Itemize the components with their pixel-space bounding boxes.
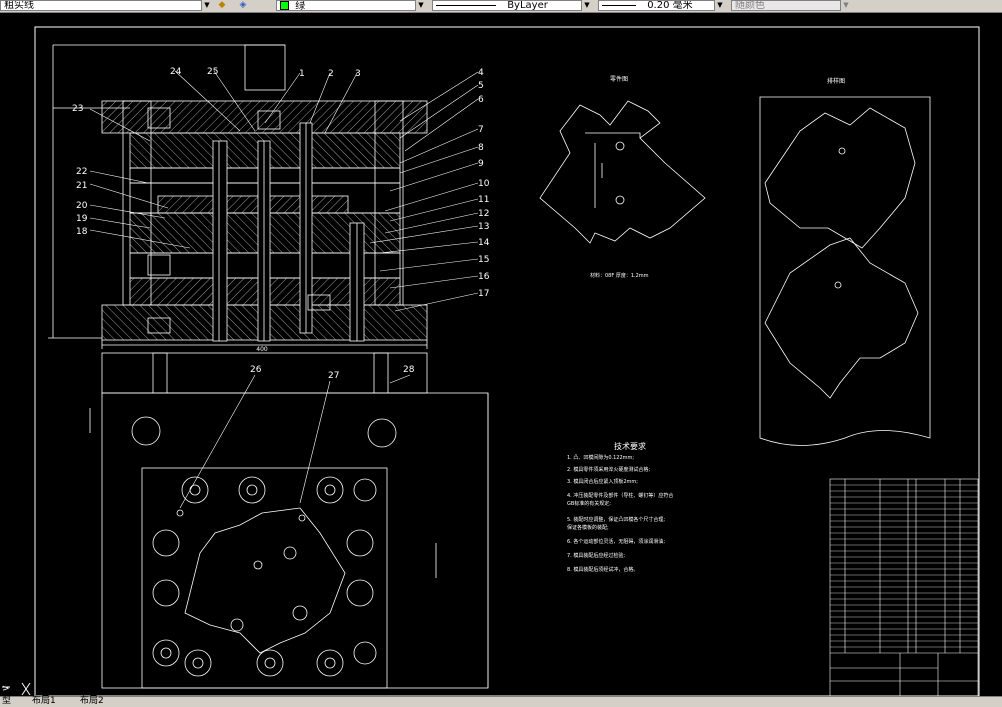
- part-number: 10: [478, 179, 490, 189]
- tech-requirements-list: 1. 凸、凹模间隙为0.122mm; 2. 模具零件须采用淬火硬度测试合格; 3…: [567, 454, 673, 573]
- plotstyle-dropdown[interactable]: 随颜色: [731, 0, 851, 11]
- part-number: 25: [207, 67, 218, 77]
- layer-previous-icon[interactable]: ◈: [236, 0, 250, 11]
- lineweight-dropdown-arrow-icon[interactable]: ▼: [714, 0, 725, 11]
- part-number: 23: [72, 104, 83, 114]
- tech-item: 3. 模具闭合后应紧入顶板2mm;: [567, 478, 638, 485]
- title-block-rows: [830, 484, 978, 648]
- part-number: 1: [299, 69, 305, 79]
- part-number: 13: [478, 222, 489, 232]
- material-note: 材料：08F 厚度：1.2mm: [590, 272, 649, 279]
- part-number: 22: [76, 167, 87, 177]
- part-number: 11: [478, 195, 489, 205]
- part-number: 14: [478, 238, 490, 248]
- part-number: 15: [478, 255, 489, 265]
- tab-layout1[interactable]: 布局1: [30, 697, 58, 706]
- color-dropdown-value: 绿: [295, 0, 306, 11]
- tech-item: GB标准的有关规定;: [567, 500, 611, 507]
- part-number: 17: [478, 289, 489, 299]
- drawing-canvas[interactable]: 400 23 22 21 20 19 18 24 25 1 2 3 4 5 6 …: [0, 13, 1002, 696]
- layout-view-title: 排样图: [827, 77, 845, 85]
- layer-manager-icon[interactable]: ◆: [215, 0, 229, 11]
- linetype-dropdown-arrow-icon[interactable]: ▼: [581, 0, 592, 11]
- tech-item: 8. 模具装配后须经试冲，合格。: [567, 566, 638, 573]
- part-number: 7: [478, 125, 484, 135]
- layer-dropdown[interactable]: 粗实线: [0, 0, 212, 11]
- tech-item: 6. 各个运动部位灵活，无阻碍，须涂润滑油;: [567, 538, 665, 545]
- layout-view: [759, 96, 931, 446]
- plotstyle-dropdown-value: 随颜色: [735, 0, 765, 11]
- layout-tab-bar: 型 布局1 布局2: [0, 696, 1002, 707]
- lineweight-sample-icon: [602, 4, 636, 6]
- part-number: 18: [76, 227, 88, 237]
- part-view-title: 零件图: [610, 75, 628, 83]
- part-number: 24: [170, 67, 182, 77]
- plan-view: [89, 352, 489, 689]
- plotstyle-dropdown-arrow-icon[interactable]: ▼: [840, 0, 851, 11]
- part-number: 9: [478, 159, 484, 169]
- svg-text:>: >: [2, 684, 10, 694]
- layer-dropdown-arrow-icon[interactable]: ▼: [201, 0, 212, 11]
- part-number: 12: [478, 209, 489, 219]
- linetype-sample-icon: [436, 4, 496, 6]
- part-number: 5: [478, 81, 484, 91]
- tech-item: 7. 模具装配后应经过检验;: [567, 552, 625, 559]
- part-number: 21: [76, 181, 87, 191]
- tech-item: 2. 模具零件须采用淬火硬度测试合格;: [567, 466, 650, 473]
- tab-model[interactable]: 型: [0, 697, 13, 706]
- part-number: 3: [355, 69, 361, 79]
- tech-item: 1. 凸、凹模间隙为0.122mm;: [567, 454, 634, 461]
- assembly-section-view: [48, 44, 428, 349]
- color-swatch-icon: [280, 1, 289, 10]
- linetype-dropdown-value: ByLayer: [507, 0, 548, 11]
- part-view: [539, 100, 706, 244]
- dim-width-text: 400: [256, 346, 268, 353]
- part-number: 27: [328, 371, 339, 381]
- tech-item: 5. 装配时应调整，保证凸凹模各个尺寸合理;: [567, 516, 665, 523]
- lineweight-dropdown[interactable]: 0.20 毫米: [598, 0, 725, 11]
- die-cavity-outline: [184, 507, 346, 654]
- layer-dropdown-value: 粗实线: [4, 0, 34, 11]
- tech-item: 4. 冲压装配零件及部件（导柱、螺钉等）应符合: [567, 492, 673, 499]
- part-number: 16: [478, 272, 490, 282]
- part-number: 6: [478, 95, 484, 105]
- part-number: 8: [478, 143, 484, 153]
- color-dropdown-arrow-icon[interactable]: ▼: [415, 0, 426, 11]
- lineweight-dropdown-value: 0.20 毫米: [647, 0, 693, 11]
- properties-toolbar: 粗实线 ▼ ◆ ◈ 绿 ▼ ByLayer ▼ 0.20 毫米 ▼ 随颜色 ▼: [0, 0, 1002, 13]
- part-number: 28: [403, 365, 415, 375]
- cad-drawing: 400 23 22 21 20 19 18 24 25 1 2 3 4 5 6 …: [34, 26, 980, 696]
- part-number: 26: [250, 365, 262, 375]
- tech-requirements-title: 技术要求: [614, 441, 646, 451]
- part-number: 20: [76, 201, 88, 211]
- part-number: 4: [478, 68, 484, 78]
- linetype-dropdown[interactable]: ByLayer: [432, 0, 592, 11]
- bolt-holes: [152, 476, 377, 677]
- tab-layout2[interactable]: 布局2: [78, 697, 106, 706]
- part-number: 2: [328, 69, 334, 79]
- tech-item: 保证各模板的装配;: [567, 524, 609, 531]
- color-dropdown[interactable]: 绿: [276, 0, 426, 11]
- part-number: 19: [76, 214, 88, 224]
- title-block: [829, 478, 979, 696]
